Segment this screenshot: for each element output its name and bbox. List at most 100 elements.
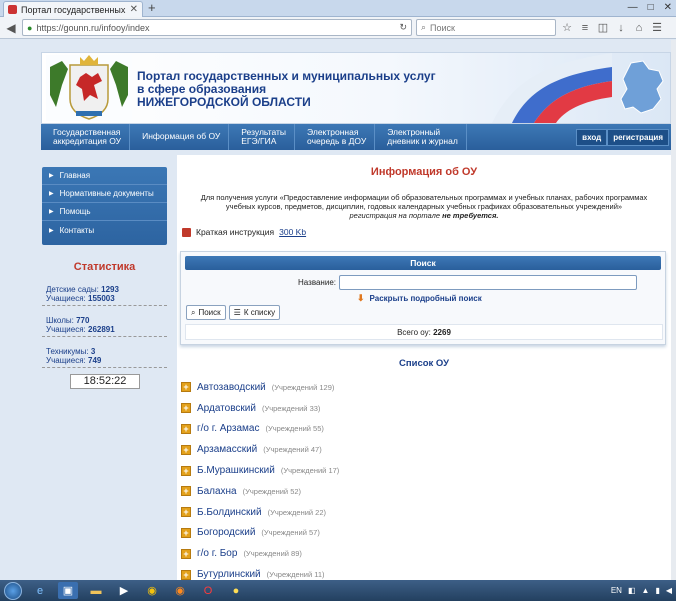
list-item[interactable]: + Б.Мурашкинский (Учреждений 17) bbox=[181, 460, 661, 481]
clock: 18:52:22 bbox=[70, 374, 140, 389]
firefox-icon[interactable]: ◉ bbox=[170, 582, 190, 599]
name-input[interactable] bbox=[339, 275, 637, 290]
arrow-down-icon: ⬇ bbox=[357, 293, 365, 303]
list-item[interactable]: + г/о г. Арзамас (Учреждений 55) bbox=[181, 419, 661, 440]
to-list-button[interactable]: ☰ К списку bbox=[228, 305, 281, 320]
scrollbar[interactable] bbox=[671, 40, 676, 580]
expand-icon[interactable]: + bbox=[181, 423, 191, 434]
list-item[interactable]: + Автозаводский (Учреждений 129) bbox=[181, 377, 661, 398]
back-icon[interactable]: ◀ bbox=[4, 21, 18, 35]
arrow-right-icon: ▶ bbox=[49, 209, 54, 215]
flag-ribbon-icon bbox=[492, 53, 612, 123]
statistics-title: Статистика bbox=[73, 261, 136, 273]
expand-icon[interactable]: + bbox=[181, 548, 191, 559]
login-button[interactable]: вход bbox=[576, 128, 608, 146]
tray-icon[interactable]: ◧ bbox=[628, 586, 636, 595]
media-player-icon[interactable]: ▶ bbox=[114, 582, 134, 599]
paint-icon[interactable]: ● bbox=[226, 582, 246, 599]
instruction-row: Краткая инструкция 300 Kb bbox=[182, 227, 306, 237]
page-title: Информация об ОУ bbox=[370, 166, 478, 178]
chrome-icon[interactable]: ◉ bbox=[142, 582, 162, 599]
menu-item-exam-results[interactable]: Результаты ЕГЭ/ГИА bbox=[229, 124, 296, 150]
new-tab-icon[interactable]: + bbox=[148, 1, 156, 15]
menu-item-queue[interactable]: Электронная очередь в ДОУ bbox=[295, 124, 376, 150]
taskbar: e ▣ ▬ ▶ ◉ ◉ O ● EN ◧ ▲ ▮ ◀ bbox=[0, 580, 676, 601]
main-content: Информация об ОУ Для получения услуги «П… bbox=[177, 155, 671, 580]
home-icon[interactable]: ⌂ bbox=[632, 22, 646, 34]
statistics-panel: Статистика Детские сады: 1293 Учащиеся: … bbox=[42, 261, 167, 389]
menu-item-info[interactable]: Информация об ОУ bbox=[130, 124, 230, 150]
expand-icon[interactable]: + bbox=[181, 444, 191, 455]
register-button[interactable]: регистрация bbox=[607, 128, 669, 146]
folder-icon[interactable]: ▬ bbox=[86, 582, 106, 599]
list-item[interactable]: + Арзамасский (Учреждений 47) bbox=[181, 439, 661, 460]
search-header: Поиск bbox=[185, 256, 661, 270]
sidebar-item-contacts[interactable]: ▶ Контакты bbox=[42, 221, 167, 239]
pdf-icon bbox=[182, 227, 191, 237]
close-window-icon[interactable]: ✕ bbox=[664, 0, 672, 15]
stats-kindergartens: Детские сады: 1293 Учащиеся: 155003 bbox=[42, 283, 167, 306]
reading-list-icon[interactable]: ≡ bbox=[578, 22, 592, 34]
opera-icon[interactable]: O bbox=[198, 582, 218, 599]
download-icon[interactable]: ↓ bbox=[614, 22, 628, 34]
instruction-label: Краткая инструкция bbox=[196, 227, 275, 237]
list-icon: ☰ bbox=[233, 308, 241, 317]
sidebar-item-help[interactable]: ▶ Помощь bbox=[42, 203, 167, 221]
menu-item-diary[interactable]: Электронный дневник и журнал bbox=[375, 124, 467, 150]
expand-icon[interactable]: + bbox=[181, 403, 191, 414]
language-indicator[interactable]: EN bbox=[611, 586, 622, 595]
stats-colleges: Техникумы: 3 Учащиеся: 749 bbox=[42, 345, 167, 368]
browser-tab-bar: Портал государственных и... ✕ + — □ ✕ bbox=[0, 0, 676, 17]
pocket-icon[interactable]: ◫ bbox=[596, 21, 610, 34]
expand-icon[interactable]: + bbox=[181, 465, 191, 476]
arrow-right-icon: ▶ bbox=[49, 191, 54, 197]
arrow-right-icon: ▶ bbox=[49, 227, 54, 234]
search-button[interactable]: ⌕ Поиск bbox=[186, 305, 226, 320]
sidebar-item-home[interactable]: ▶ Главная bbox=[42, 167, 167, 185]
volume-icon[interactable]: ◀ bbox=[666, 586, 672, 595]
list-item[interactable]: + Богородский (Учреждений 57) bbox=[181, 523, 661, 544]
bookmark-star-icon[interactable]: ☆ bbox=[560, 21, 574, 34]
reload-icon[interactable]: ↻ bbox=[399, 22, 407, 33]
login-block: вход регистрация bbox=[576, 124, 671, 150]
lock-icon: ● bbox=[27, 22, 33, 33]
list-item[interactable]: + Ардатовский (Учреждений 33) bbox=[181, 398, 661, 419]
tray-icon[interactable]: ▲ bbox=[642, 586, 650, 595]
list-item[interactable]: + г/о г. Бор (Учреждений 89) bbox=[181, 543, 661, 564]
sidebar-menu: ▶ Главная ▶ Нормативные документы ▶ Помощь … bbox=[42, 167, 167, 245]
instruction-link[interactable]: 300 Kb bbox=[279, 227, 306, 237]
service-description: Для получения услуги «Предоставление инф… bbox=[200, 193, 648, 220]
url-text: https://gounn.ru/infooy/index bbox=[36, 22, 150, 33]
ie-icon[interactable]: e bbox=[30, 582, 50, 599]
list-item[interactable]: + Б.Болдинский (Учреждений 22) bbox=[181, 502, 661, 523]
close-tab-icon[interactable]: ✕ bbox=[130, 4, 138, 15]
advanced-search-link[interactable]: ⬇ Раскрыть подробный поиск bbox=[357, 293, 482, 304]
district-list: + Автозаводский (Учреждений 129) + Ардатовс… bbox=[181, 377, 661, 585]
stats-schools: Школы: 770 Учащиеся: 262891 bbox=[42, 314, 167, 337]
expand-icon[interactable]: + bbox=[181, 569, 191, 580]
site-title-line3: НИЖЕГОРОДСКОЙ ОБЛАСТИ bbox=[137, 95, 311, 109]
browser-search-field[interactable]: ⌕ Поиск bbox=[416, 19, 556, 36]
menu-icon[interactable]: ☰ bbox=[650, 21, 664, 34]
address-bar[interactable]: ● https://gounn.ru/infooy/index ↻ bbox=[22, 19, 412, 36]
coat-of-arms-icon bbox=[46, 55, 132, 121]
browser-nav-bar: ◀ ● https://gounn.ru/infooy/index ↻ ⌕ По… bbox=[0, 17, 676, 39]
start-button[interactable] bbox=[4, 581, 22, 600]
sidebar-item-documents[interactable]: ▶ Нормативные документы bbox=[42, 185, 167, 203]
network-icon[interactable]: ▮ bbox=[655, 586, 659, 595]
minimize-icon[interactable]: — bbox=[628, 0, 638, 15]
search-icon: ⌕ bbox=[421, 22, 427, 32]
expand-icon[interactable]: + bbox=[181, 382, 191, 393]
expand-icon[interactable]: + bbox=[181, 507, 191, 518]
maximize-icon[interactable]: □ bbox=[648, 0, 654, 15]
list-item[interactable]: + Балахна (Учреждений 52) bbox=[181, 481, 661, 502]
expand-icon[interactable]: + bbox=[181, 527, 191, 538]
system-tray: EN ◧ ▲ ▮ ◀ bbox=[611, 586, 672, 595]
site-title: Портал государственных и муниципальных у… bbox=[137, 70, 436, 109]
magnifier-icon: ⌕ bbox=[191, 307, 196, 317]
menu-item-accreditation[interactable]: Государственная аккредитация ОУ bbox=[41, 124, 131, 150]
search-placeholder: Поиск bbox=[430, 22, 455, 33]
expand-icon[interactable]: + bbox=[181, 486, 191, 497]
save-icon[interactable]: ▣ bbox=[58, 582, 78, 599]
browser-tab[interactable]: Портал государственных и... ✕ bbox=[3, 1, 143, 17]
